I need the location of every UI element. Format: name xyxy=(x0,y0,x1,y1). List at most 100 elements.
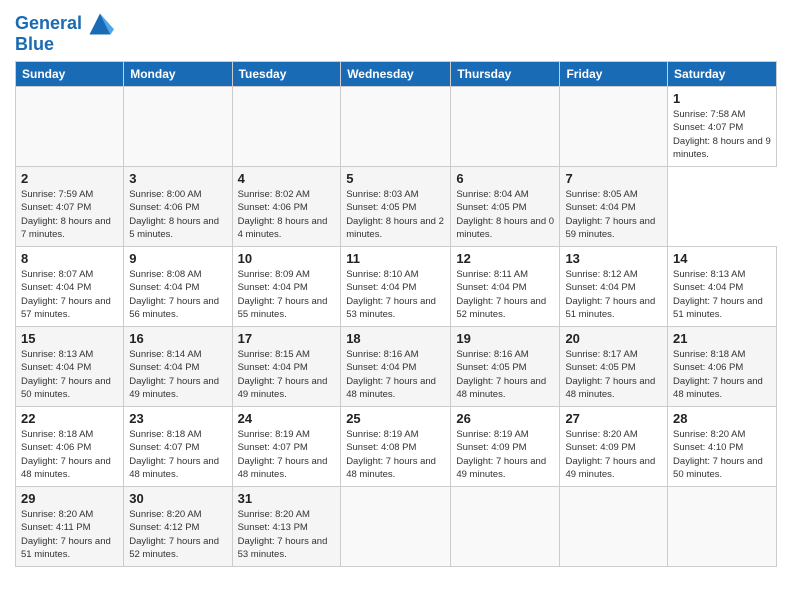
day-cell-19: 19 Sunrise: 8:16 AMSunset: 4:05 PMDayligh… xyxy=(451,327,560,407)
logo-text: General xyxy=(15,14,82,34)
day-cell-5: 5 Sunrise: 8:03 AMSunset: 4:05 PMDaylight… xyxy=(341,167,451,247)
header-area: General Blue xyxy=(15,10,777,55)
day-info: Sunrise: 8:11 AMSunset: 4:04 PMDaylight:… xyxy=(456,269,546,320)
day-number: 20 xyxy=(565,331,662,346)
calendar-table: SundayMondayTuesdayWednesdayThursdayFrid… xyxy=(15,61,777,567)
page: General Blue SundayMondayTuesdayWednesda… xyxy=(0,0,792,577)
day-number: 26 xyxy=(456,411,554,426)
day-cell-31: 31 Sunrise: 8:20 AMSunset: 4:13 PMDayligh… xyxy=(232,487,341,567)
day-cell-4: 4Sunrise: 8:02 AMSunset: 4:06 PMDaylight… xyxy=(232,167,341,247)
day-cell-16: 16 Sunrise: 8:14 AMSunset: 4:04 PMDayligh… xyxy=(124,327,232,407)
day-number: 14 xyxy=(673,251,771,266)
col-header-monday: Monday xyxy=(124,62,232,87)
day-cell-8: 8 Sunrise: 8:07 AMSunset: 4:04 PMDaylight… xyxy=(16,247,124,327)
day-cell-7: 7 Sunrise: 8:05 AMSunset: 4:04 PMDaylight… xyxy=(560,167,668,247)
empty-cell xyxy=(232,87,341,167)
day-info: Sunrise: 8:17 AMSunset: 4:05 PMDaylight:… xyxy=(565,349,655,400)
empty-cell xyxy=(560,87,668,167)
day-number: 4 xyxy=(238,171,336,186)
day-number: 28 xyxy=(673,411,771,426)
empty-cell xyxy=(124,87,232,167)
day-info: Sunrise: 8:18 AMSunset: 4:06 PMDaylight:… xyxy=(673,349,763,400)
day-info: Sunrise: 8:03 AMSunset: 4:05 PMDaylight:… xyxy=(346,189,444,240)
day-number: 7 xyxy=(565,171,662,186)
day-info: Sunrise: 8:09 AMSunset: 4:04 PMDaylight:… xyxy=(238,269,328,320)
day-cell-27: 27Sunrise: 8:20 AMSunset: 4:09 PMDayligh… xyxy=(560,407,668,487)
day-info: Sunrise: 8:19 AMSunset: 4:07 PMDaylight:… xyxy=(238,429,328,480)
day-info: Sunrise: 8:13 AMSunset: 4:04 PMDaylight:… xyxy=(673,269,763,320)
day-number: 13 xyxy=(565,251,662,266)
day-number: 24 xyxy=(238,411,336,426)
day-cell-20: 20 Sunrise: 8:17 AMSunset: 4:05 PMDayligh… xyxy=(560,327,668,407)
day-number: 5 xyxy=(346,171,445,186)
day-cell-15: 15 Sunrise: 8:13 AMSunset: 4:04 PMDayligh… xyxy=(16,327,124,407)
day-number: 16 xyxy=(129,331,226,346)
day-number: 3 xyxy=(129,171,226,186)
day-number: 1 xyxy=(673,91,771,106)
day-info: Sunrise: 8:14 AMSunset: 4:04 PMDaylight:… xyxy=(129,349,219,400)
day-cell-12: 12 Sunrise: 8:11 AMSunset: 4:04 PMDayligh… xyxy=(451,247,560,327)
day-info: Sunrise: 8:20 AMSunset: 4:12 PMDaylight:… xyxy=(129,509,219,560)
col-header-friday: Friday xyxy=(560,62,668,87)
day-info: Sunrise: 8:04 AMSunset: 4:05 PMDaylight:… xyxy=(456,189,554,240)
day-cell-21: 21 Sunrise: 8:18 AMSunset: 4:06 PMDayligh… xyxy=(668,327,777,407)
day-cell-30: 30Sunrise: 8:20 AMSunset: 4:12 PMDayligh… xyxy=(124,487,232,567)
col-header-saturday: Saturday xyxy=(668,62,777,87)
col-header-sunday: Sunday xyxy=(16,62,124,87)
logo-general: General xyxy=(15,13,82,33)
day-number: 22 xyxy=(21,411,118,426)
day-number: 18 xyxy=(346,331,445,346)
logo-icon xyxy=(86,10,114,38)
day-info: Sunrise: 8:16 AMSunset: 4:05 PMDaylight:… xyxy=(456,349,546,400)
day-info: Sunrise: 8:12 AMSunset: 4:04 PMDaylight:… xyxy=(565,269,655,320)
day-cell-3: 3 Sunrise: 8:00 AMSunset: 4:06 PMDaylight… xyxy=(124,167,232,247)
day-cell-18: 18Sunrise: 8:16 AMSunset: 4:04 PMDayligh… xyxy=(341,327,451,407)
day-info: Sunrise: 8:00 AMSunset: 4:06 PMDaylight:… xyxy=(129,189,219,240)
day-cell-23: 23 Sunrise: 8:18 AMSunset: 4:07 PMDayligh… xyxy=(124,407,232,487)
empty-cell xyxy=(341,87,451,167)
week-row-1: 2Sunrise: 7:59 AMSunset: 4:07 PMDaylight… xyxy=(16,167,777,247)
day-info: Sunrise: 8:07 AMSunset: 4:04 PMDaylight:… xyxy=(21,269,111,320)
day-info: Sunrise: 8:18 AMSunset: 4:06 PMDaylight:… xyxy=(21,429,111,480)
col-header-thursday: Thursday xyxy=(451,62,560,87)
week-row-2: 8 Sunrise: 8:07 AMSunset: 4:04 PMDaylight… xyxy=(16,247,777,327)
header-row: SundayMondayTuesdayWednesdayThursdayFrid… xyxy=(16,62,777,87)
day-cell-17: 17Sunrise: 8:15 AMSunset: 4:04 PMDayligh… xyxy=(232,327,341,407)
day-number: 21 xyxy=(673,331,771,346)
col-header-tuesday: Tuesday xyxy=(232,62,341,87)
day-info: Sunrise: 8:20 AMSunset: 4:11 PMDaylight:… xyxy=(21,509,111,560)
logo: General Blue xyxy=(15,10,114,55)
day-info: Sunrise: 8:20 AMSunset: 4:09 PMDaylight:… xyxy=(565,429,655,480)
week-row-5: 29Sunrise: 8:20 AMSunset: 4:11 PMDayligh… xyxy=(16,487,777,567)
day-number: 12 xyxy=(456,251,554,266)
day-number: 15 xyxy=(21,331,118,346)
day-number: 31 xyxy=(238,491,336,506)
day-number: 17 xyxy=(238,331,336,346)
day-number: 9 xyxy=(129,251,226,266)
day-number: 6 xyxy=(456,171,554,186)
day-cell-26: 26Sunrise: 8:19 AMSunset: 4:09 PMDayligh… xyxy=(451,407,560,487)
day-info: Sunrise: 7:59 AMSunset: 4:07 PMDaylight:… xyxy=(21,189,111,240)
week-row-4: 22 Sunrise: 8:18 AMSunset: 4:06 PMDayligh… xyxy=(16,407,777,487)
day-cell-29: 29Sunrise: 8:20 AMSunset: 4:11 PMDayligh… xyxy=(16,487,124,567)
empty-cell xyxy=(668,487,777,567)
day-cell-1: 1 Sunrise: 7:58 AMSunset: 4:07 PMDaylight… xyxy=(668,87,777,167)
week-row-0: 1 Sunrise: 7:58 AMSunset: 4:07 PMDaylight… xyxy=(16,87,777,167)
empty-cell xyxy=(341,487,451,567)
day-info: Sunrise: 8:20 AMSunset: 4:10 PMDaylight:… xyxy=(673,429,763,480)
day-cell-22: 22 Sunrise: 8:18 AMSunset: 4:06 PMDayligh… xyxy=(16,407,124,487)
day-cell-6: 6 Sunrise: 8:04 AMSunset: 4:05 PMDaylight… xyxy=(451,167,560,247)
empty-cell xyxy=(451,487,560,567)
day-info: Sunrise: 7:58 AMSunset: 4:07 PMDaylight:… xyxy=(673,109,771,160)
day-number: 8 xyxy=(21,251,118,266)
day-number: 23 xyxy=(129,411,226,426)
day-info: Sunrise: 8:20 AMSunset: 4:13 PMDaylight:… xyxy=(238,509,328,560)
day-cell-9: 9Sunrise: 8:08 AMSunset: 4:04 PMDaylight… xyxy=(124,247,232,327)
day-info: Sunrise: 8:05 AMSunset: 4:04 PMDaylight:… xyxy=(565,189,655,240)
day-number: 19 xyxy=(456,331,554,346)
empty-cell xyxy=(560,487,668,567)
day-info: Sunrise: 8:18 AMSunset: 4:07 PMDaylight:… xyxy=(129,429,219,480)
day-cell-14: 14 Sunrise: 8:13 AMSunset: 4:04 PMDayligh… xyxy=(668,247,777,327)
day-cell-25: 25Sunrise: 8:19 AMSunset: 4:08 PMDayligh… xyxy=(341,407,451,487)
day-info: Sunrise: 8:13 AMSunset: 4:04 PMDaylight:… xyxy=(21,349,111,400)
